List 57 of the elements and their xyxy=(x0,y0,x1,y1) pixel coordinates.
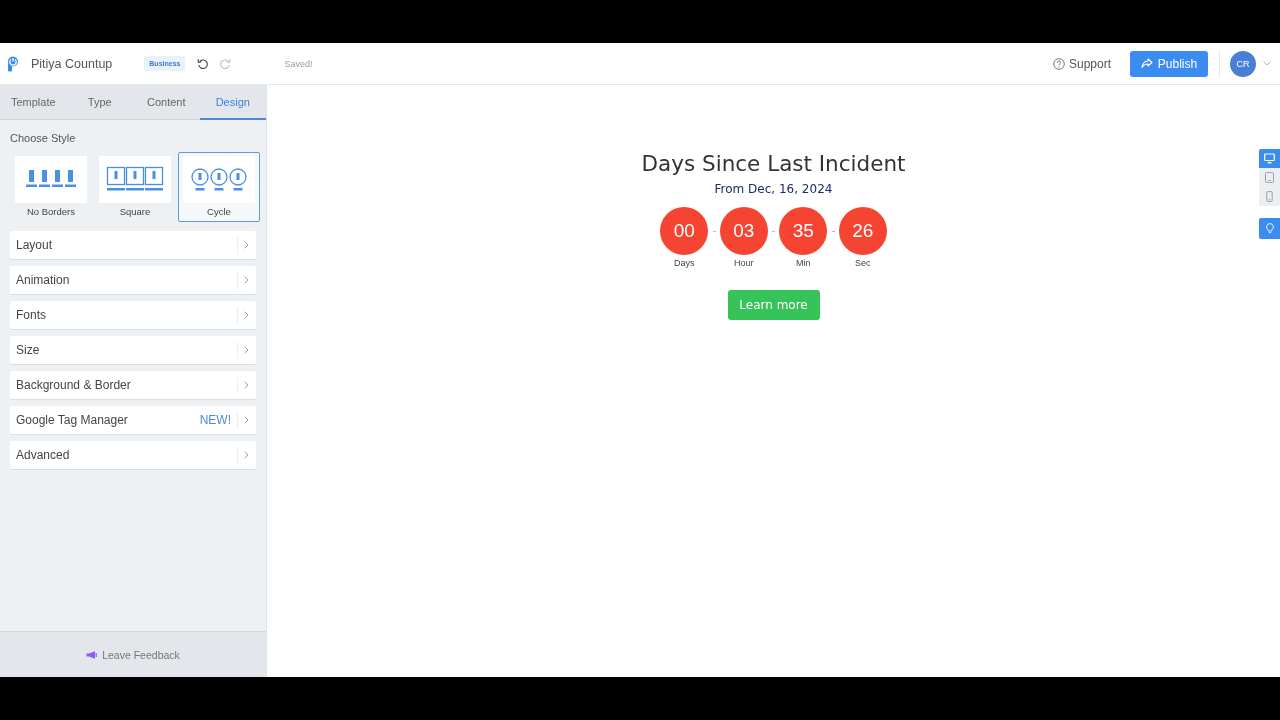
new-label: NEW! xyxy=(199,413,231,427)
unit-label: Min xyxy=(796,257,811,269)
undo-button[interactable] xyxy=(196,57,210,70)
logo-icon xyxy=(7,55,19,72)
settings-section-row[interactable]: Background & Border xyxy=(10,371,256,400)
settings-section-row[interactable]: Advanced xyxy=(10,441,256,470)
style-option[interactable]: No Borders xyxy=(10,152,92,222)
feedback-link[interactable]: Leave Feedback xyxy=(86,648,180,661)
settings-section-row[interactable]: Layout xyxy=(10,231,256,260)
countdown-circle: 26 xyxy=(838,207,887,255)
lightbulb-icon xyxy=(1265,223,1274,234)
help-icon xyxy=(1052,57,1065,70)
app-title: Pitiya Countup xyxy=(31,56,113,71)
settings-section-row[interactable]: Animation xyxy=(10,266,256,295)
sidebar-tab[interactable]: Type xyxy=(66,85,133,120)
chevron-right-icon xyxy=(244,241,249,249)
chevron-right-icon xyxy=(244,381,249,389)
unit-label: Sec xyxy=(855,257,871,269)
sidebar-tab[interactable]: Content xyxy=(133,85,200,120)
countdown-circle: 00 xyxy=(660,207,709,255)
chevron-right-icon xyxy=(244,311,249,319)
chevron-right-icon xyxy=(244,346,249,354)
bars-thumbnail-icon xyxy=(15,156,87,203)
style-option[interactable]: Square xyxy=(94,152,176,222)
user-avatar[interactable]: CR xyxy=(1230,50,1256,77)
chevron-right-icon xyxy=(244,416,249,424)
device-preview-button[interactable] xyxy=(1259,149,1280,168)
dash-icon xyxy=(831,230,835,232)
squares-thumbnail-icon xyxy=(99,156,171,203)
redo-icon xyxy=(218,57,231,70)
support-link[interactable]: Support xyxy=(1052,56,1111,71)
settings-section-row[interactable]: Size xyxy=(10,336,256,365)
unit-label: Days xyxy=(674,257,695,269)
tips-button[interactable] xyxy=(1259,218,1280,239)
countdown-title: Days Since Last Incident xyxy=(641,150,906,178)
circles-thumbnail-icon xyxy=(183,156,255,203)
save-status: Saved! xyxy=(284,58,313,69)
tablet-icon xyxy=(1264,172,1275,183)
dash-icon xyxy=(772,230,775,232)
countdown-subtitle: From Dec, 16, 2024 xyxy=(714,181,833,197)
undo-icon xyxy=(196,57,209,70)
phone-icon xyxy=(1264,191,1275,202)
chevron-right-icon xyxy=(244,451,249,459)
sidebar-tab[interactable]: Template xyxy=(0,85,67,120)
section-title: Choose Style xyxy=(9,131,77,145)
share-arrow-icon xyxy=(1140,58,1153,69)
style-option[interactable]: Cycle xyxy=(178,152,260,222)
chevron-right-icon xyxy=(244,276,249,284)
chevron-down-icon[interactable] xyxy=(1263,61,1271,66)
dash-icon xyxy=(712,230,716,232)
megaphone-icon xyxy=(86,650,98,659)
countdown-circle: 35 xyxy=(779,207,828,255)
countdown-circle: 03 xyxy=(719,207,768,255)
unit-label: Hour xyxy=(734,257,754,269)
settings-section-row[interactable]: Fonts xyxy=(10,301,256,330)
monitor-icon xyxy=(1264,153,1275,164)
settings-section-row[interactable]: Google Tag Manager NEW! xyxy=(10,406,256,435)
